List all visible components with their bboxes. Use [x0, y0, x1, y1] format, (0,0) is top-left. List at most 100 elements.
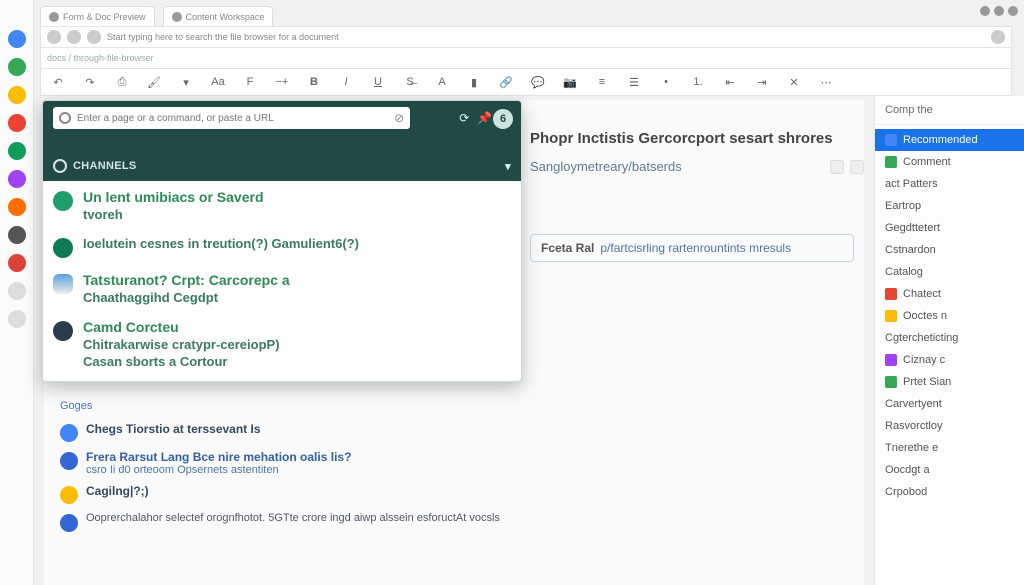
- side-panel-item[interactable]: Cstnardon: [875, 239, 1024, 261]
- palette-item-subtitle2: Casan sborts a Cortour: [83, 354, 280, 369]
- side-panel-label: Cgtercheticting: [885, 332, 958, 344]
- thread-row[interactable]: Ooprerchalahor selectef orognfhotot. 5GT…: [60, 512, 824, 532]
- channel-icon: [53, 321, 73, 341]
- line-spacing-icon[interactable]: ☰: [625, 73, 643, 91]
- palette-item[interactable]: Ioelutein cesnes in treution(?) Gamulien…: [53, 236, 511, 258]
- image-icon[interactable]: 📷: [561, 73, 579, 91]
- print-icon[interactable]: ⎙: [113, 73, 131, 91]
- style-icon[interactable]: Aa: [209, 73, 227, 91]
- side-panel-label: Comment: [903, 156, 951, 168]
- tab-favicon-icon: [172, 12, 182, 22]
- paint-icon[interactable]: 🖌: [145, 73, 163, 91]
- font-icon[interactable]: F: [241, 73, 259, 91]
- side-panel-label: act Patters: [885, 178, 938, 190]
- side-panel-item[interactable]: Carvertyent: [875, 393, 1024, 415]
- bullet-list-icon[interactable]: •: [657, 73, 675, 91]
- window-max-icon[interactable]: [994, 6, 1004, 16]
- text-color-icon[interactable]: A: [433, 73, 451, 91]
- side-panel-label: Oocdgt a: [885, 464, 930, 476]
- side-panel-item[interactable]: Tnerethe e: [875, 437, 1024, 459]
- doc-tag-field[interactable]: Fceta Ral p/fartcisrling rartenrountints…: [530, 234, 854, 262]
- address-bar-row: Start typing here to search the file bro…: [40, 26, 1012, 48]
- note-icon[interactable]: [850, 160, 864, 174]
- underline-icon[interactable]: U: [369, 73, 387, 91]
- side-panel-item[interactable]: Rasvorctloy: [875, 415, 1024, 437]
- doc-subheading[interactable]: Sangloymetreary/batserds: [530, 159, 682, 174]
- command-search-input[interactable]: [77, 113, 388, 124]
- window-close-icon[interactable]: [1008, 6, 1018, 16]
- bold-icon[interactable]: B: [305, 73, 323, 91]
- palette-item[interactable]: Un lent umibiacs or Saverd tvoreh: [53, 189, 511, 222]
- side-panel-item[interactable]: Eartrop: [875, 195, 1024, 217]
- side-panel-item[interactable]: Oocdgt a: [875, 459, 1024, 481]
- rail-app-icon[interactable]: [8, 310, 26, 328]
- rail-app-icon[interactable]: [8, 30, 26, 48]
- rail-app-icon[interactable]: [8, 226, 26, 244]
- pin-icon[interactable]: 📌: [477, 111, 492, 125]
- rail-app-icon[interactable]: [8, 142, 26, 160]
- side-panel-item[interactable]: Ciznay c: [875, 349, 1024, 371]
- clear-icon[interactable]: ⊘: [394, 111, 404, 125]
- rail-app-icon[interactable]: [8, 254, 26, 272]
- rail-app-icon[interactable]: [8, 114, 26, 132]
- zoom-icon[interactable]: ▾: [177, 73, 195, 91]
- browser-tab[interactable]: Form & Doc Preview: [40, 6, 155, 26]
- more-icon[interactable]: ⋯: [817, 73, 835, 91]
- strike-icon[interactable]: S̶: [401, 73, 419, 91]
- side-panel-item[interactable]: act Patters: [875, 173, 1024, 195]
- redo-icon[interactable]: ↷: [81, 73, 99, 91]
- window-controls: [980, 6, 1018, 16]
- forward-icon[interactable]: [67, 30, 81, 44]
- side-panel-item[interactable]: Cgtercheticting: [875, 327, 1024, 349]
- thread-text: Frera Rarsut Lang Bce nire mehation oali…: [86, 450, 351, 464]
- back-icon[interactable]: [47, 30, 61, 44]
- side-panel-item[interactable]: Chatect: [875, 283, 1024, 305]
- thread-row[interactable]: Chegs Tiorstio at terssevant Is: [60, 422, 824, 442]
- palette-item[interactable]: Tatsturanot? Crpt: Carcorepc a Chaathagg…: [53, 272, 511, 305]
- side-panel-item[interactable]: Gegdttetert: [875, 217, 1024, 239]
- clear-format-icon[interactable]: ✕: [785, 73, 803, 91]
- tab-label: Form & Doc Preview: [63, 12, 146, 22]
- link-icon[interactable]: 🔗: [497, 73, 515, 91]
- number-list-icon[interactable]: 1.: [689, 73, 707, 91]
- size-icon[interactable]: −+: [273, 73, 291, 91]
- side-panel-label: Carvertyent: [885, 398, 942, 410]
- list-icon: [885, 354, 897, 366]
- side-panel-item[interactable]: Ooctes n: [875, 305, 1024, 327]
- comment-icon[interactable]: 💬: [529, 73, 547, 91]
- thread-subtext: csro Ii d0 orteoom Opsernets astentiten: [86, 464, 351, 476]
- side-panel-item[interactable]: Recommended: [875, 129, 1024, 151]
- rail-app-icon[interactable]: [8, 282, 26, 300]
- side-panel-item[interactable]: Crpobod: [875, 481, 1024, 503]
- indent-inc-icon[interactable]: ⇥: [753, 73, 771, 91]
- undo-icon[interactable]: ↶: [49, 73, 67, 91]
- italic-icon[interactable]: I: [337, 73, 355, 91]
- chevron-down-icon[interactable]: ▾: [505, 160, 511, 173]
- thread-row[interactable]: Cagilng|?;): [60, 484, 824, 504]
- indent-dec-icon[interactable]: ⇤: [721, 73, 739, 91]
- side-panel: Comp the Recommended Comment act Patters…: [874, 96, 1024, 585]
- side-panel-label: Cstnardon: [885, 244, 936, 256]
- side-panel-item[interactable]: Catalog: [875, 261, 1024, 283]
- pencil-icon[interactable]: [830, 160, 844, 174]
- rail-app-icon[interactable]: [8, 58, 26, 76]
- refresh-icon[interactable]: ⟳: [459, 111, 469, 125]
- highlight-icon[interactable]: ▮: [465, 73, 483, 91]
- side-panel-item[interactable]: Prtet Sian: [875, 371, 1024, 393]
- align-icon[interactable]: ≡: [593, 73, 611, 91]
- doc-heading: Phopr Inctistis Gercorcport sesart shror…: [530, 130, 854, 147]
- browser-tab[interactable]: Content Workspace: [163, 6, 274, 26]
- rail-app-icon[interactable]: [8, 86, 26, 104]
- rail-app-icon[interactable]: [8, 170, 26, 188]
- reload-icon[interactable]: [87, 30, 101, 44]
- thread-row[interactable]: Frera Rarsut Lang Bce nire mehation oali…: [60, 450, 824, 476]
- command-search[interactable]: ⊘: [53, 107, 410, 129]
- side-panel-item[interactable]: Comment: [875, 151, 1024, 173]
- side-panel-label: Recommended: [903, 134, 978, 146]
- side-panel-label: Chatect: [903, 288, 941, 300]
- palette-item[interactable]: Camd Corcteu Chitrakarwise cratypr-cerei…: [53, 319, 511, 369]
- window-min-icon[interactable]: [980, 6, 990, 16]
- star-icon[interactable]: [991, 30, 1005, 44]
- rail-app-icon[interactable]: [8, 198, 26, 216]
- palette-section-label: CHANNELS: [73, 160, 137, 172]
